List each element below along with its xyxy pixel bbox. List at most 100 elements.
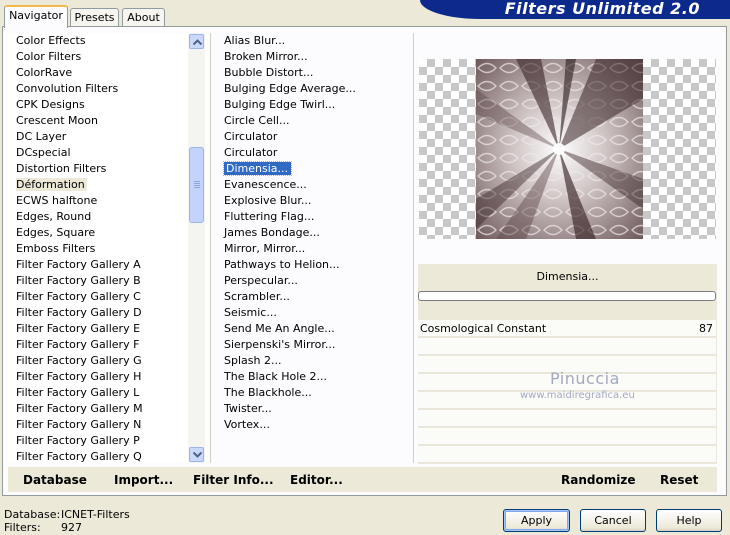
category-item[interactable]: Distortion Filters xyxy=(8,161,208,177)
editor-button[interactable]: Editor... xyxy=(290,473,343,487)
tab-about[interactable]: About xyxy=(122,8,165,28)
filter-item[interactable]: Perspecular... xyxy=(216,273,411,289)
category-item[interactable]: Filter Factory Gallery A xyxy=(8,257,208,273)
help-button[interactable]: Help xyxy=(656,509,722,532)
filter-label: Mirror, Mirror... xyxy=(224,242,306,255)
category-label: Filter Factory Gallery B xyxy=(16,274,141,287)
category-item[interactable]: Edges, Square xyxy=(8,225,208,241)
parameter-label: Cosmological Constant xyxy=(420,322,547,335)
category-label: ECWS halftone xyxy=(16,194,98,207)
category-label: Filter Factory Gallery A xyxy=(16,258,141,271)
category-item[interactable]: Edges, Round xyxy=(8,209,208,225)
category-label: Filter Factory Gallery G xyxy=(16,354,142,367)
category-item[interactable]: Déformation xyxy=(8,177,208,193)
category-label: Filter Factory Gallery M xyxy=(16,402,143,415)
category-item[interactable]: Crescent Moon xyxy=(8,113,208,129)
filter-item[interactable]: James Bondage... xyxy=(216,225,411,241)
category-item[interactable]: Filter Factory Gallery H xyxy=(8,369,208,385)
category-item[interactable]: Emboss Filters xyxy=(8,241,208,257)
filter-label: Pathways to Helion... xyxy=(224,258,340,271)
category-item[interactable]: Filter Factory Gallery B xyxy=(8,273,208,289)
filter-item[interactable]: Send Me An Angle... xyxy=(216,321,411,337)
category-item[interactable]: Filter Factory Gallery P xyxy=(8,433,208,449)
filter-item[interactable]: Circle Cell... xyxy=(216,113,411,129)
category-item[interactable]: Filter Factory Gallery D xyxy=(8,305,208,321)
filter-item[interactable]: Seismic... xyxy=(216,305,411,321)
category-item[interactable]: CPK Designs xyxy=(8,97,208,113)
parameter-row[interactable]: Cosmological Constant 87 xyxy=(418,320,716,337)
filter-item[interactable]: Evanescence... xyxy=(216,177,411,193)
category-item[interactable]: Filter Factory Gallery C xyxy=(8,289,208,305)
category-item[interactable]: ECWS halftone xyxy=(8,193,208,209)
filter-list[interactable]: Alias Blur... Broken Mirror... Bubble Dist… xyxy=(216,33,411,463)
category-item[interactable]: Filter Factory Gallery G xyxy=(8,353,208,369)
category-item[interactable]: ColorRave xyxy=(8,65,208,81)
category-item[interactable]: Filter Factory Gallery L xyxy=(8,385,208,401)
filter-item[interactable]: Alias Blur... xyxy=(216,33,411,49)
database-button[interactable]: Database xyxy=(23,473,87,487)
filter-item[interactable]: Bubble Distort... xyxy=(216,65,411,81)
import-button[interactable]: Import... xyxy=(114,473,173,487)
category-item[interactable]: Color Effects xyxy=(8,33,208,49)
category-item[interactable]: Filter Factory Gallery E xyxy=(8,321,208,337)
filter-item[interactable]: Splash 2... xyxy=(216,353,411,369)
category-label: Filter Factory Gallery D xyxy=(16,306,142,319)
filter-count-value: 927 xyxy=(61,521,82,534)
category-item[interactable]: DC Layer xyxy=(8,129,208,145)
filter-item[interactable]: The Blackhole... xyxy=(216,385,411,401)
filter-label: Perspecular... xyxy=(224,274,298,287)
category-label: DCspecial xyxy=(16,146,71,159)
filter-label: Bubble Distort... xyxy=(224,66,314,79)
filter-name-label: Dimensia... xyxy=(536,270,599,283)
category-label: Filter Factory Gallery Q xyxy=(16,450,142,463)
filter-label: Dimensia... xyxy=(223,161,292,176)
category-scrollbar[interactable] xyxy=(188,33,205,463)
database-value: ICNET-Filters xyxy=(61,508,130,521)
filter-item[interactable]: Twister... xyxy=(216,401,411,417)
category-label: Filter Factory Gallery E xyxy=(16,322,141,335)
category-item[interactable]: Filter Factory Gallery M xyxy=(8,401,208,417)
filter-label: Scrambler... xyxy=(224,290,290,303)
category-list[interactable]: Color Effects Color Filters ColorRave Convo… xyxy=(8,33,208,463)
filter-item[interactable]: Scrambler... xyxy=(216,289,411,305)
randomize-button[interactable]: Randomize xyxy=(561,473,635,487)
reset-button[interactable]: Reset xyxy=(660,473,698,487)
filter-item[interactable]: Pathways to Helion... xyxy=(216,257,411,273)
filter-item[interactable]: Fluttering Flag... xyxy=(216,209,411,225)
filter-item[interactable]: Circulator xyxy=(216,129,411,145)
tab-presets[interactable]: Presets xyxy=(70,8,119,28)
parameter-row-empty xyxy=(418,338,716,355)
filter-info-button[interactable]: Filter Info... xyxy=(193,473,274,487)
filter-item[interactable]: Vortex... xyxy=(216,417,411,433)
filter-label: Splash 2... xyxy=(224,354,282,367)
filter-label: Twister... xyxy=(224,402,272,415)
filter-label: The Black Hole 2... xyxy=(224,370,328,383)
filter-item[interactable]: Bulging Edge Average... xyxy=(216,81,411,97)
filter-label: The Blackhole... xyxy=(224,386,312,399)
tab-navigator[interactable]: Navigator xyxy=(4,5,68,28)
filter-label: Circulator xyxy=(224,130,278,143)
filter-item[interactable]: The Black Hole 2... xyxy=(216,369,411,385)
scroll-up-button[interactable] xyxy=(189,34,204,49)
filter-item[interactable]: Circulator xyxy=(216,145,411,161)
filter-item[interactable]: Sierpenski's Mirror... xyxy=(216,337,411,353)
filter-item[interactable]: Broken Mirror... xyxy=(216,49,411,65)
category-label: CPK Designs xyxy=(16,98,85,111)
filter-item[interactable]: Mirror, Mirror... xyxy=(216,241,411,257)
filter-item[interactable]: Explosive Blur... xyxy=(216,193,411,209)
category-item[interactable]: Convolution Filters xyxy=(8,81,208,97)
category-label: ColorRave xyxy=(16,66,73,79)
category-item[interactable]: DCspecial xyxy=(8,145,208,161)
database-label: Database: xyxy=(4,508,61,521)
scroll-down-button[interactable] xyxy=(189,447,204,462)
apply-button[interactable]: Apply xyxy=(503,509,570,532)
filter-item[interactable]: Bulging Edge Twirl... xyxy=(216,97,411,113)
category-item[interactable]: Filter Factory Gallery F xyxy=(8,337,208,353)
category-label: Edges, Square xyxy=(16,226,96,239)
filter-item[interactable]: Dimensia... xyxy=(216,161,411,177)
cancel-button[interactable]: Cancel xyxy=(580,509,646,532)
category-item[interactable]: Filter Factory Gallery Q xyxy=(8,449,208,463)
category-item[interactable]: Filter Factory Gallery N xyxy=(8,417,208,433)
scroll-thumb[interactable] xyxy=(189,147,204,223)
category-item[interactable]: Color Filters xyxy=(8,49,208,65)
